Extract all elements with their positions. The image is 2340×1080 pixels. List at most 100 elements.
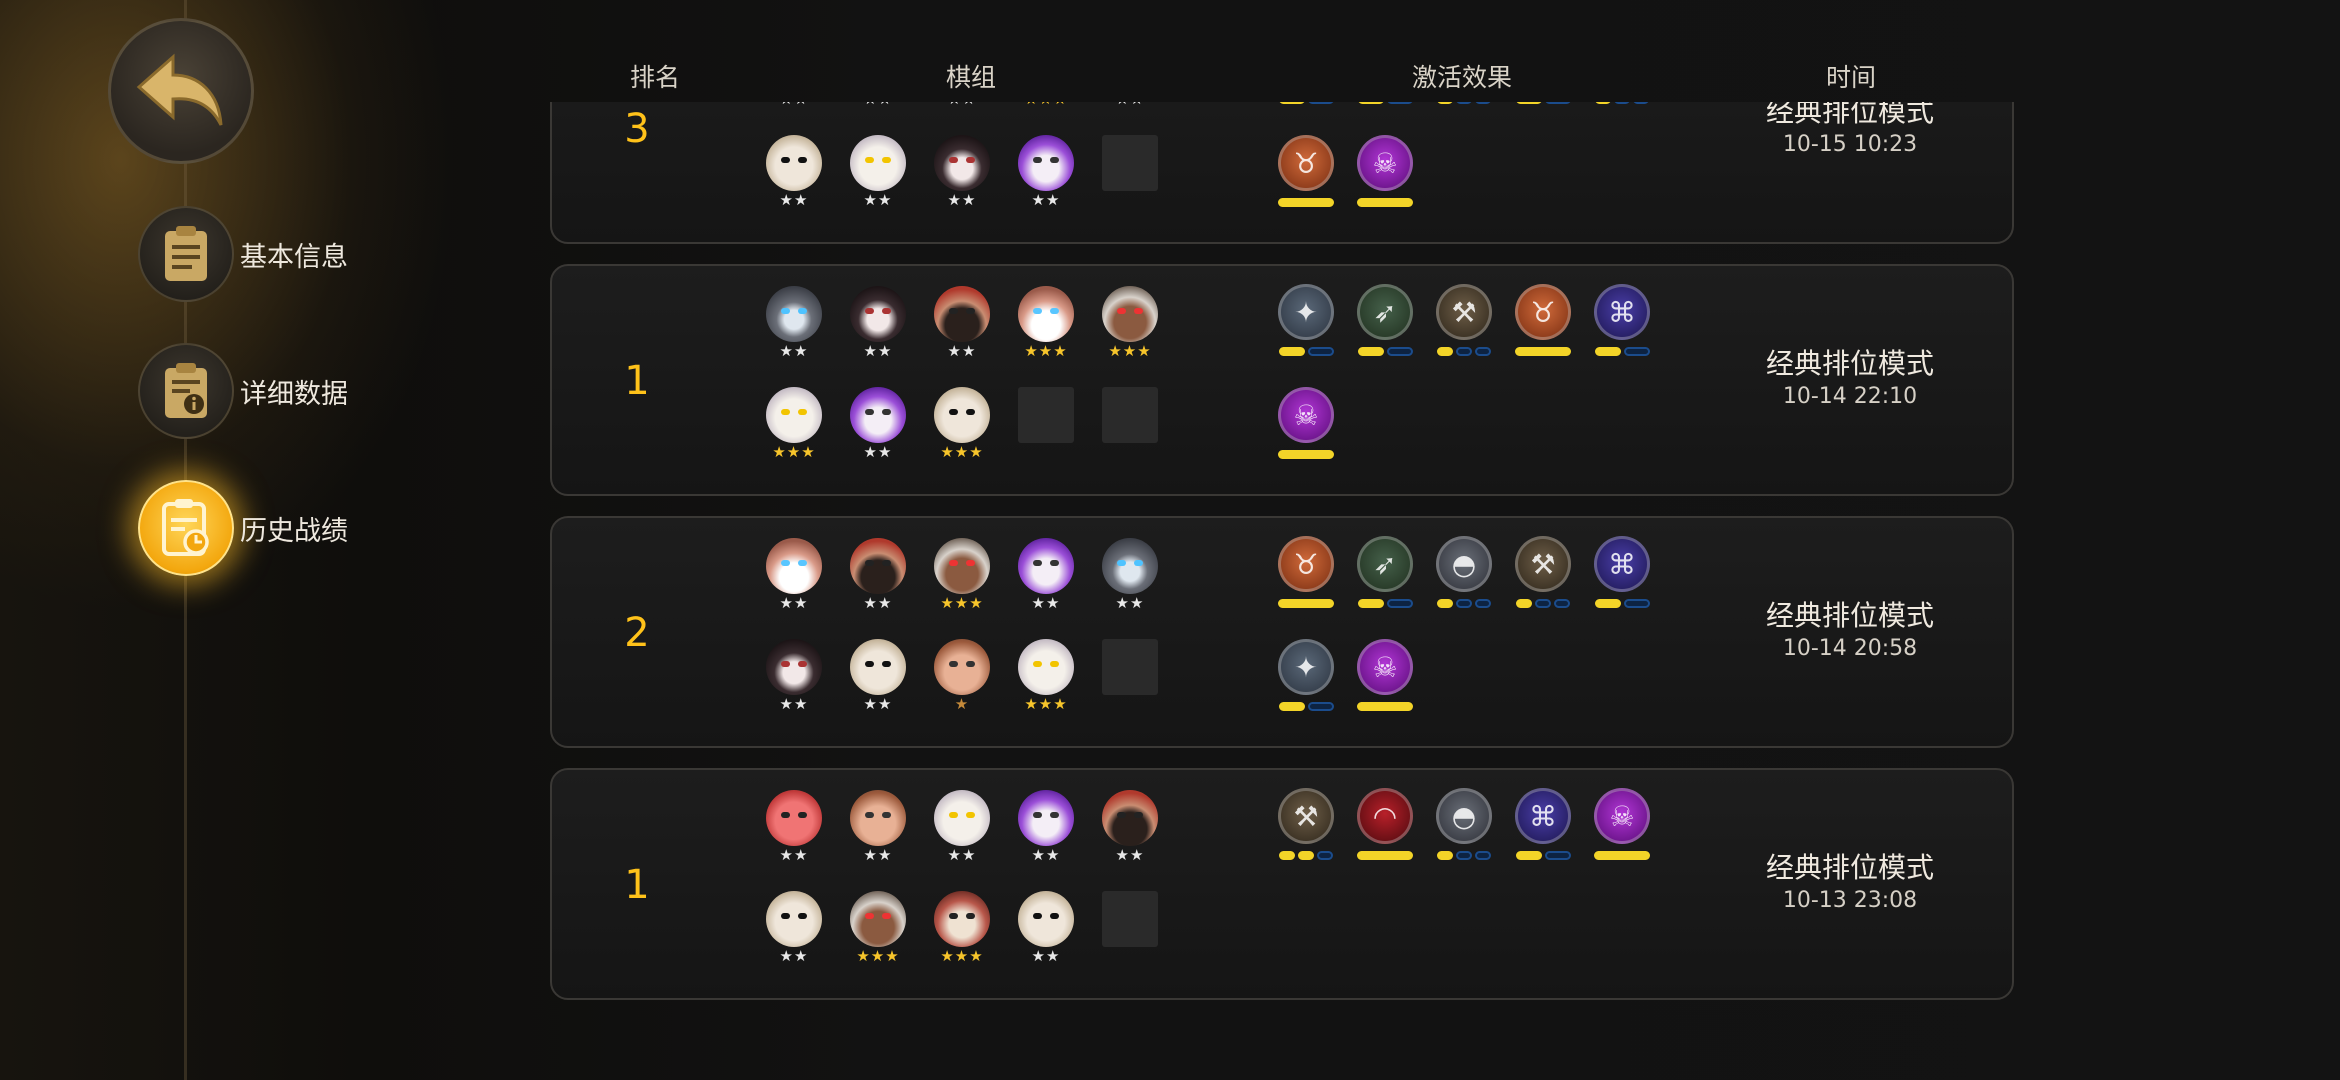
pale-beast-piece[interactable]: ★★ xyxy=(848,102,908,112)
purple-witch-piece[interactable]: ★★ xyxy=(1016,538,1076,616)
trait-badge[interactable]: ➶ xyxy=(1355,536,1415,608)
crimson-arc-icon: ◠ xyxy=(1357,788,1413,844)
tier-segment xyxy=(1544,102,1571,104)
masked-warrior-piece[interactable]: ★★★ xyxy=(932,387,992,465)
trait-badge[interactable]: ☠ xyxy=(1276,387,1336,459)
trait-tier-bar xyxy=(1276,702,1336,711)
trait-badge[interactable]: ✦ xyxy=(1276,639,1336,711)
goggle-dwarf-piece[interactable]: ★★★ xyxy=(1016,102,1076,112)
game-mode-label: 经典排位模式 xyxy=(1765,102,1934,128)
scarred-veteran-portrait xyxy=(934,538,990,594)
purple-witch-piece[interactable]: ★★ xyxy=(1016,135,1076,213)
pale-beast-piece[interactable]: ★★★ xyxy=(764,387,824,465)
trait-tier-bar xyxy=(1276,198,1336,207)
masked-warrior-piece[interactable]: ★★ xyxy=(848,639,908,717)
back-button[interactable] xyxy=(108,18,254,164)
trait-badge[interactable]: ⚒ xyxy=(1276,788,1336,860)
tier-segment xyxy=(1386,599,1413,608)
scarred-veteran-piece[interactable]: ★★★ xyxy=(1100,286,1160,364)
star-rating: ★★ xyxy=(764,102,824,108)
trait-badge[interactable]: ◠ xyxy=(1355,788,1415,860)
trait-badge[interactable]: ⚒ xyxy=(1434,284,1494,356)
sidebar-item-basic-info[interactable]: 基本信息 xyxy=(138,206,348,302)
tier-segment xyxy=(1357,599,1384,608)
scarred-veteran-piece[interactable]: ★★★ xyxy=(932,538,992,616)
masked-warrior-piece[interactable]: ★★ xyxy=(764,135,824,213)
tier-segment xyxy=(1456,851,1472,860)
bearded-pirate-piece[interactable]: ★★ xyxy=(1100,790,1160,868)
goggle-brute-piece[interactable]: ★ xyxy=(932,639,992,717)
purple-witch-portrait xyxy=(1018,538,1074,594)
bearded-pirate-piece[interactable]: ★★ xyxy=(932,286,992,364)
trait-badge[interactable]: ⚒ xyxy=(1513,536,1573,608)
purple-witch-piece[interactable]: ★★ xyxy=(1016,790,1076,868)
dark-rogue-piece[interactable]: ★★ xyxy=(848,286,908,364)
trait-badge[interactable]: ◓ xyxy=(1434,536,1494,608)
match-row[interactable]: 1 ★★ ★★ ★★ ★★★ ★★★ ★★★ ★★ ★★★ ✦ ➶ ⚒ ♉ ⌘ ☠ 经典排位模式 10-14 2… xyxy=(550,264,2014,496)
match-row[interactable]: 1 ★★ ★★ ★★ ★★ ★★ ★★ ★★★ ★★★ ★★ ⚒ ◠ ◓ ⌘ ☠ 经典排位模式 10-13 23… xyxy=(550,768,2014,1000)
skull-icon-glyph: ☠ xyxy=(1609,799,1635,833)
bearded-pirate-portrait xyxy=(850,538,906,594)
trait-badge[interactable]: ✦ xyxy=(1276,284,1336,356)
hooded-assassin-piece[interactable]: ★★ xyxy=(764,286,824,364)
trait-badge[interactable]: ♉ xyxy=(1276,135,1336,207)
dark-rogue-piece[interactable]: ★★ xyxy=(764,639,824,717)
scarred-veteran-piece[interactable]: ★★★ xyxy=(848,891,908,969)
owl-mask-piece[interactable]: ★★★ xyxy=(932,891,992,969)
goggle-brute-piece[interactable]: ★★ xyxy=(932,102,992,112)
pale-beast-piece[interactable]: ★★★ xyxy=(1016,639,1076,717)
trait-badge[interactable]: ♉ xyxy=(1276,536,1336,608)
trait-badge[interactable]: ☠ xyxy=(1355,135,1415,207)
trait-badge[interactable]: ⌘ xyxy=(1513,788,1573,860)
fish-bone-icon: ⌘ xyxy=(1594,284,1650,340)
pale-beast-piece[interactable]: ★★ xyxy=(848,135,908,213)
trait-badge[interactable]: ⌘ xyxy=(1592,284,1652,356)
trait-badge[interactable]: ◓ xyxy=(1592,102,1652,104)
red-demon-piece[interactable]: ★★ xyxy=(764,790,824,868)
history-clock-icon xyxy=(162,499,209,556)
star-rating: ★★ xyxy=(1031,947,1061,965)
trait-badge[interactable]: ⌘ xyxy=(1592,536,1652,608)
trait-badge[interactable]: ☠ xyxy=(1355,639,1415,711)
trait-badge[interactable]: ♉ xyxy=(1513,284,1573,356)
sidebar-item-detail-data[interactable]: 详细数据 xyxy=(138,343,348,439)
trait-badge[interactable]: ⚒ xyxy=(1434,102,1494,104)
match-history-list[interactable]: 3★★★★★★★★★★★★★★★★★★★✦➶⚒⌘◓♉☠经典排位模式10-15 1… xyxy=(548,102,2018,1034)
star-rating: ★★ xyxy=(947,846,977,864)
bow-icon: ➶ xyxy=(1357,536,1413,592)
purple-witch-piece[interactable]: ★★ xyxy=(848,387,908,465)
star-rating: ★★ xyxy=(932,102,992,108)
tier-segment xyxy=(1437,102,1453,104)
match-row[interactable]: 2 ★★ ★★ ★★★ ★★ ★★ ★★ ★★ ★ ★★★ ♉ ➶ ◓ ⚒ ⌘ ✦ ☠ 经典排位模式 10-14 2… xyxy=(550,516,2014,748)
trait-badge[interactable]: ➶ xyxy=(1355,102,1415,104)
trait-badge[interactable]: ☠ xyxy=(1592,788,1652,860)
masked-warrior-piece[interactable]: ★★ xyxy=(764,891,824,969)
hooded-assassin-piece[interactable]: ★★ xyxy=(1100,538,1160,616)
bearded-pirate-piece[interactable]: ★★ xyxy=(848,538,908,616)
trait-badge[interactable]: ➶ xyxy=(1355,284,1415,356)
goggle-dwarf-piece[interactable]: ★★ xyxy=(764,538,824,616)
tier-segment xyxy=(1515,851,1542,860)
column-header-rank: 排名 xyxy=(630,63,681,92)
helmet-icon-glyph: ◓ xyxy=(1451,547,1477,581)
star-rating: ★★ xyxy=(779,695,809,713)
trait-badge[interactable]: ◓ xyxy=(1434,788,1494,860)
masked-warrior-portrait xyxy=(766,135,822,191)
hooded-assassin-piece[interactable]: ★★ xyxy=(764,102,824,112)
tier-segment xyxy=(1544,851,1571,860)
trait-badge[interactable]: ⌘ xyxy=(1513,102,1573,104)
match-mode-info: 经典排位模式 10-14 20:58 xyxy=(1740,594,1960,661)
dark-rogue-piece[interactable]: ★★ xyxy=(932,135,992,213)
star-rating: ★★ xyxy=(863,695,893,713)
purple-witch-portrait xyxy=(1018,790,1074,846)
trait-badge[interactable]: ✦ xyxy=(1276,102,1336,104)
goggle-dwarf-piece[interactable]: ★★★ xyxy=(1016,286,1076,364)
goggle-brute-piece[interactable]: ★★ xyxy=(848,790,908,868)
sidebar-item-match-history[interactable]: 历史战绩 xyxy=(138,480,348,576)
tier-segment xyxy=(1357,198,1413,207)
match-row[interactable]: 3★★★★★★★★★★★★★★★★★★★✦➶⚒⌘◓♉☠经典排位模式10-15 1… xyxy=(550,102,2014,244)
bow-icon: ➶ xyxy=(1357,284,1413,340)
bearded-pirate-piece[interactable]: ★★ xyxy=(1100,102,1160,112)
pale-beast-piece[interactable]: ★★ xyxy=(932,790,992,868)
masked-warrior-piece[interactable]: ★★ xyxy=(1016,891,1076,969)
